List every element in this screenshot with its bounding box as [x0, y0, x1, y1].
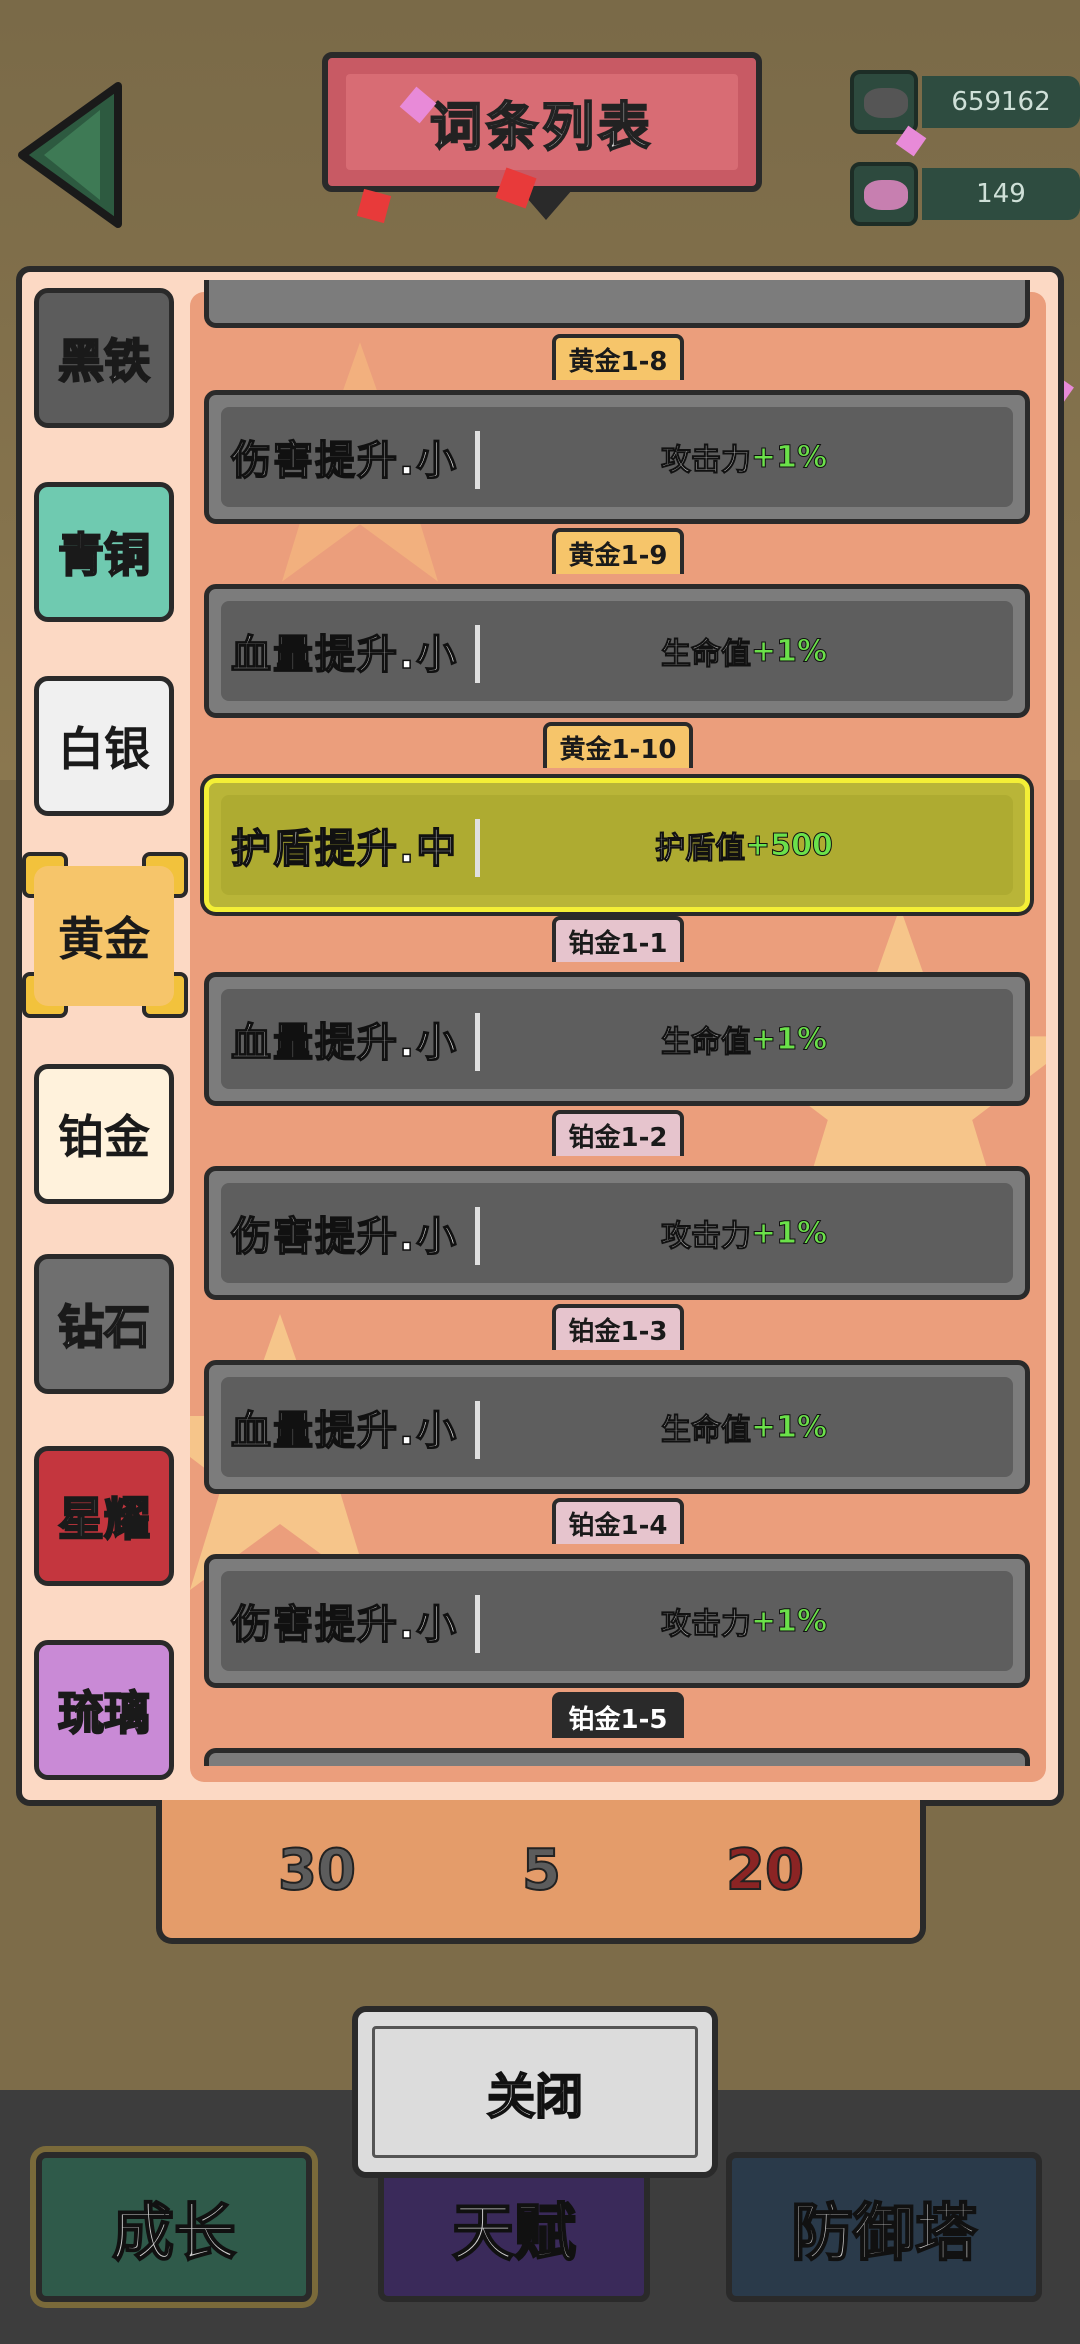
entry-row[interactable]: 血量提升.小 生命值 +1%: [204, 584, 1030, 718]
tab-label-black-iron: 黑铁: [57, 333, 151, 389]
entry-attr: 攻击力 +1%: [660, 1603, 828, 1643]
tab-label-platinum: 铂金: [58, 1110, 150, 1164]
crystal-icon: [864, 180, 908, 210]
resource-ore: 659162: [850, 70, 1080, 134]
entry-tag: 铂金1-1: [552, 916, 684, 962]
nav-growth-button[interactable]: 成长: [36, 2152, 312, 2302]
entry-tag: 铂金1-5: [552, 1692, 684, 1738]
entry-attr: 生命值 +1%: [660, 1409, 828, 1449]
entry-row-partial: [204, 280, 1030, 328]
nav-talent-label: 天赋: [451, 2195, 577, 2270]
stat-value: 20: [725, 1837, 805, 1904]
tab-bronze[interactable]: 青铜: [34, 482, 174, 622]
tab-diamond[interactable]: 钻石: [34, 1254, 174, 1394]
entry-tag: 铂金1-2: [552, 1110, 684, 1156]
entry-tag: 铂金1-3: [552, 1304, 684, 1350]
tab-glaze[interactable]: 琉璃: [34, 1640, 174, 1780]
nav-tower-button[interactable]: 防御塔: [726, 2152, 1042, 2302]
entry-attr: 攻击力 +1%: [660, 439, 828, 479]
tab-label-gold: 黄金: [58, 912, 150, 966]
nav-growth-label: 成长: [111, 2195, 237, 2270]
back-arrow-icon[interactable]: [14, 80, 126, 230]
entry-row[interactable]: 伤害提升.小 攻击力 +1%: [204, 390, 1030, 524]
tab-label-star: 星耀: [57, 1491, 151, 1547]
entry-tag: 黄金1-10: [543, 722, 693, 768]
tab-label-silver: 白银: [58, 722, 150, 776]
resource-crystal-value: 149: [922, 168, 1080, 220]
tab-platinum[interactable]: 铂金: [34, 1064, 174, 1204]
tab-black-iron[interactable]: 黑铁: [34, 288, 174, 428]
entry-tag: 黄金1-8: [552, 334, 684, 380]
close-button[interactable]: 关闭: [352, 2006, 718, 2178]
title-banner: 词条列表: [322, 52, 762, 192]
close-button-label: 关闭: [486, 2068, 584, 2126]
entry-row-highlighted[interactable]: 护盾提升.中 护盾值 +500: [204, 778, 1030, 912]
tab-label-glaze: 琉璃: [57, 1685, 151, 1741]
entry-tag: 黄金1-9: [552, 528, 684, 574]
entry-attr: 攻击力 +1%: [660, 1215, 828, 1255]
entry-row[interactable]: 伤害提升.小 攻击力 +1%: [204, 1166, 1030, 1300]
entry-attr: 生命值 +1%: [660, 1021, 828, 1061]
resource-ore-value: 659162: [922, 76, 1080, 128]
entry-row[interactable]: 伤害提升.小 攻击力 +1%: [204, 1554, 1030, 1688]
entry-row[interactable]: 血量提升.小 生命值 +1%: [204, 972, 1030, 1106]
stat-value: 5: [521, 1837, 562, 1904]
ore-icon: [864, 88, 908, 118]
entry-tag: 铂金1-4: [552, 1498, 684, 1544]
tab-label-diamond: 钻石: [57, 1299, 151, 1355]
tab-gold[interactable]: 黄金: [34, 866, 174, 1006]
entry-row[interactable]: 血量提升.小 生命值 +1%: [204, 1360, 1030, 1494]
nav-tower-label: 防御塔: [790, 2195, 978, 2270]
entry-attr: 生命值 +1%: [660, 633, 828, 673]
stat-value: 30: [277, 1837, 357, 1904]
entry-row-partial: [204, 1748, 1030, 1766]
resource-crystal: 149: [850, 162, 1080, 226]
entry-attr: 护盾值 +500: [655, 827, 834, 867]
tab-star[interactable]: 星耀: [34, 1446, 174, 1586]
page-title: 词条列表: [429, 97, 654, 159]
tab-silver[interactable]: 白银: [34, 676, 174, 816]
tab-label-bronze: 青铜: [57, 527, 151, 583]
